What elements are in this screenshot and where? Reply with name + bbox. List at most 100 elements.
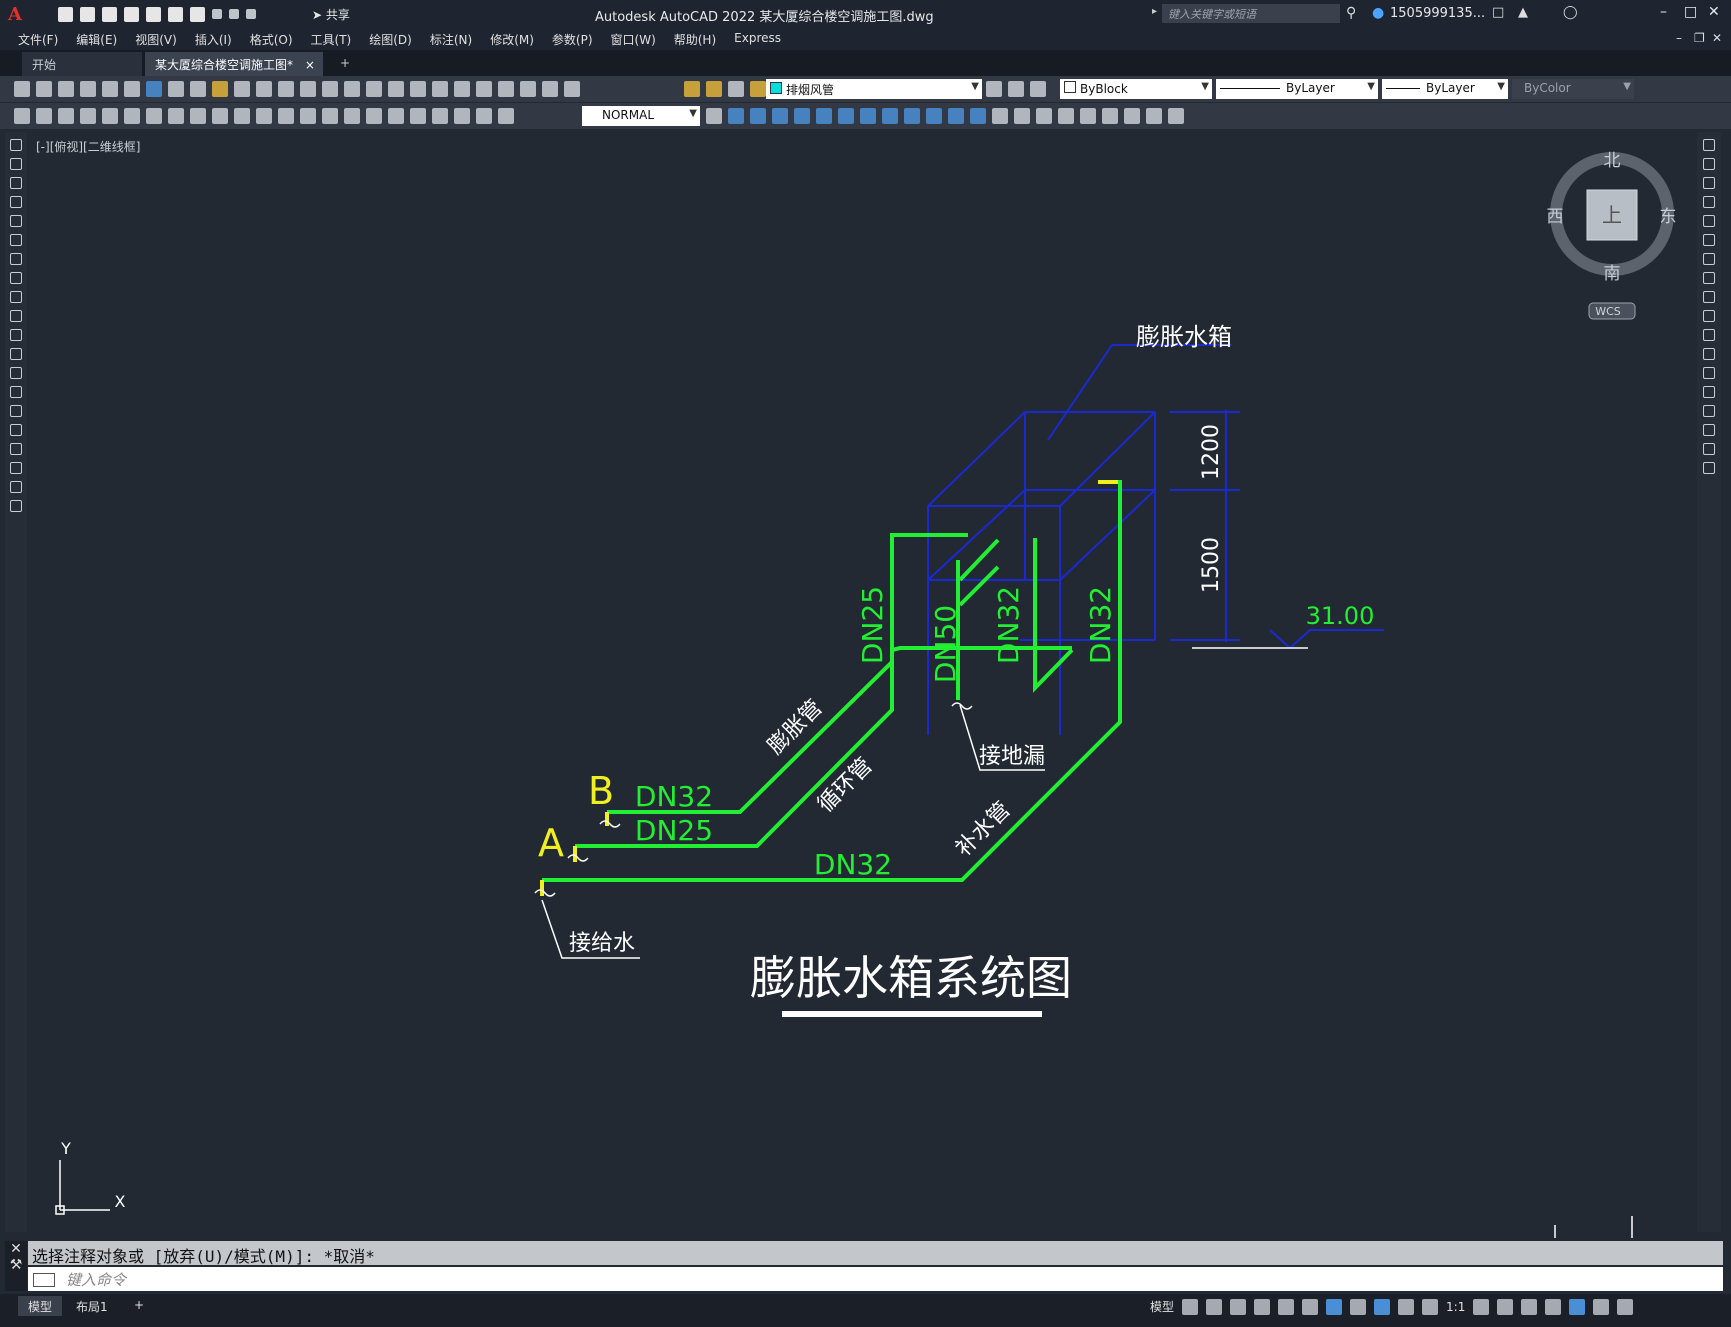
tool-palettes-icon[interactable] — [454, 81, 470, 97]
open-file-icon[interactable] — [80, 6, 95, 22]
dim-linear-icon[interactable] — [80, 108, 96, 124]
dim-arc-icon[interactable] — [124, 108, 140, 124]
dim-text-edit-icon[interactable] — [476, 108, 492, 124]
help-icon[interactable]: ◯ — [1563, 5, 1578, 20]
dn32-right-label[interactable]: DN32 — [1084, 586, 1117, 664]
dim-jogged-icon[interactable] — [190, 108, 206, 124]
annotation-monitor-icon[interactable] — [1497, 1298, 1514, 1315]
lineweight-icon[interactable] — [1350, 1298, 1367, 1315]
dim-diameter-icon[interactable] — [212, 108, 228, 124]
viewcube-south[interactable]: 南 — [1604, 264, 1621, 284]
menu-draw[interactable]: 绘图(D) — [369, 28, 412, 50]
scale-icon[interactable] — [1703, 272, 1715, 284]
search-icon[interactable]: ⚲ — [1346, 5, 1356, 21]
lineweight-dropdown[interactable]: ByLayer ▼ — [1382, 79, 1508, 99]
dim-space-icon[interactable] — [322, 108, 338, 124]
menu-modify[interactable]: 修改(M) — [490, 28, 534, 50]
menu-help[interactable]: 帮助(H) — [674, 28, 716, 50]
extrude-icon[interactable] — [816, 108, 832, 124]
gradient-icon[interactable] — [10, 424, 22, 436]
minimize-icon[interactable]: – — [1660, 4, 1667, 20]
share-button[interactable]: ➤ 共享 — [312, 6, 350, 23]
add-layout-button[interactable]: + — [124, 1296, 154, 1316]
expansion-pipe-label[interactable]: 膨胀管 — [763, 695, 827, 759]
layer-freeze-icon[interactable] — [706, 81, 722, 97]
shell-icon[interactable] — [1036, 108, 1052, 124]
erase-icon[interactable] — [1703, 139, 1715, 151]
pipe-system[interactable] — [542, 480, 1122, 882]
customize-qat-icon[interactable] — [246, 9, 256, 19]
zoom-realtime-icon[interactable] — [344, 81, 360, 97]
dim-style-icon[interactable] — [706, 108, 722, 124]
annotation-scale-value[interactable]: 1:1 — [1446, 1300, 1465, 1314]
pan-icon[interactable] — [322, 81, 338, 97]
make-block-icon[interactable] — [10, 367, 22, 379]
tab-drawing[interactable]: 某大厦综合楼空调施工图* × — [145, 52, 323, 76]
join-icon[interactable] — [1703, 386, 1715, 398]
ortho-icon[interactable] — [1230, 1298, 1247, 1315]
menu-tools[interactable]: 工具(T) — [311, 28, 352, 50]
fillet-edge-icon[interactable] — [992, 108, 1008, 124]
insert-block-icon[interactable] — [10, 348, 22, 360]
subtract-icon[interactable] — [772, 108, 788, 124]
help-toolbar-icon[interactable] — [542, 81, 558, 97]
inspection-icon[interactable] — [410, 108, 426, 124]
dim-1500[interactable]: 1500 — [1199, 537, 1224, 593]
loft-icon[interactable] — [882, 108, 898, 124]
sheet-set-icon[interactable] — [476, 81, 492, 97]
undo-toolbar-icon[interactable] — [278, 81, 294, 97]
label-a[interactable]: A — [538, 821, 564, 865]
viewcube[interactable]: 上 北 南 东 西 WCS — [1547, 151, 1677, 320]
ellipse-icon[interactable] — [10, 310, 22, 322]
sweep-icon[interactable] — [860, 108, 876, 124]
rotate-icon[interactable] — [1703, 253, 1715, 265]
menu-file[interactable]: 文件(F) — [18, 28, 58, 50]
linetype-dropdown[interactable]: ByLayer ▼ — [1216, 79, 1378, 99]
close-command-line-icon[interactable]: ✕ — [5, 1241, 27, 1257]
dim-1200[interactable]: 1200 — [1199, 424, 1224, 480]
dim-break-icon[interactable] — [344, 108, 360, 124]
save-icon[interactable] — [102, 6, 117, 22]
grid-icon[interactable] — [1182, 1298, 1199, 1315]
markup-icon[interactable] — [498, 81, 514, 97]
break-at-point-icon[interactable] — [1703, 348, 1715, 360]
ellipse-arc-icon[interactable] — [10, 329, 22, 341]
preview-icon[interactable] — [102, 81, 118, 97]
mirror-icon[interactable] — [1703, 177, 1715, 189]
tab-model[interactable]: 模型 — [18, 1296, 63, 1316]
revolve-icon[interactable] — [838, 108, 854, 124]
tolerance-icon[interactable] — [366, 108, 382, 124]
dim-continue-icon[interactable] — [300, 108, 316, 124]
object-snap-icon[interactable] — [1326, 1298, 1343, 1315]
layer-walk-icon[interactable] — [58, 108, 74, 124]
isodraft-icon[interactable] — [1278, 1298, 1295, 1315]
redo-toolbar-icon[interactable] — [300, 81, 316, 97]
check-icon[interactable] — [1124, 108, 1140, 124]
save-as-icon[interactable] — [124, 6, 139, 22]
viewcube-east[interactable]: 东 — [1660, 207, 1677, 227]
viewport-controls[interactable]: [-][俯视][二维线框] — [36, 138, 140, 155]
paste-icon[interactable] — [212, 81, 228, 97]
menu-dimension[interactable]: 标注(N) — [430, 28, 472, 50]
expansion-tank[interactable] — [927, 344, 1384, 735]
drawing-canvas[interactable]: 上 北 南 东 西 WCS 膨胀水箱 1200 1500 31.00 DN25 … — [0, 0, 1731, 1327]
annotation-scale-icon[interactable] — [1422, 1298, 1439, 1315]
fillet-icon[interactable] — [1703, 424, 1715, 436]
autodesk-app-icon[interactable]: ▲ — [1518, 5, 1528, 20]
table-icon[interactable] — [10, 462, 22, 474]
tab-start[interactable]: 开始 — [22, 52, 142, 76]
command-input[interactable]: 键入命令 — [28, 1267, 1723, 1291]
dim-ordinate-icon[interactable] — [146, 108, 162, 124]
user-icon[interactable]: ● — [1372, 5, 1384, 21]
import-icon[interactable] — [146, 6, 161, 22]
match-properties-icon[interactable] — [234, 81, 250, 97]
auto-scale-icon[interactable] — [1398, 1298, 1415, 1315]
customize-command-icon[interactable]: ⚒ — [5, 1257, 27, 1273]
ucs-icon[interactable] — [55, 1160, 110, 1215]
dim-angular-icon[interactable] — [234, 108, 250, 124]
menu-edit[interactable]: 编辑(E) — [76, 28, 117, 50]
slice-icon[interactable] — [926, 108, 942, 124]
chamfer-icon[interactable] — [1703, 405, 1715, 417]
revision-cloud-icon[interactable] — [10, 272, 22, 284]
chamfer-edge-icon[interactable] — [1014, 108, 1030, 124]
